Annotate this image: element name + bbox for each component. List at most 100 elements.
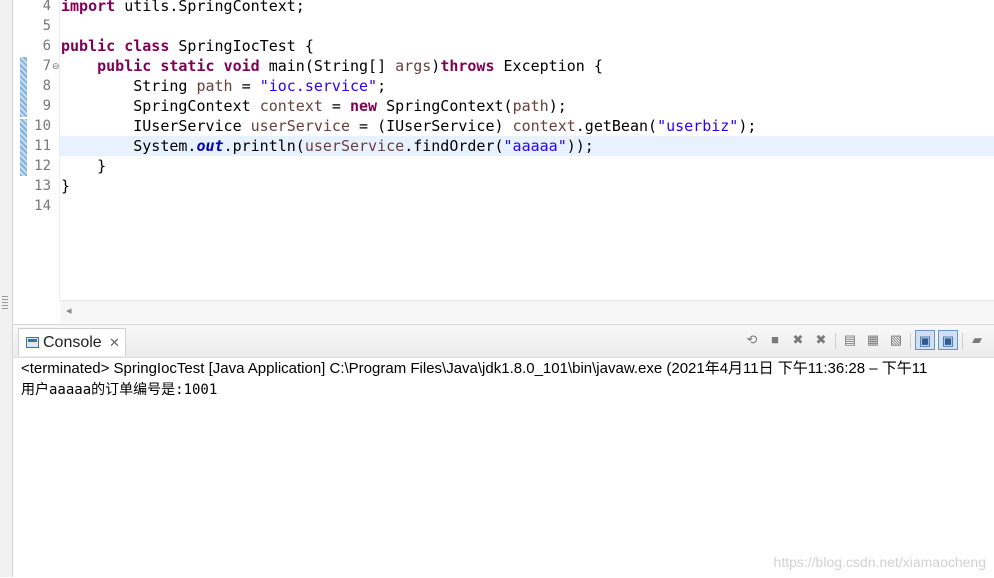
scroll-left-icon[interactable]: ◂ <box>66 304 72 318</box>
toolbar-separator <box>962 333 963 349</box>
code-token: utils.SpringContext; <box>115 0 305 15</box>
console-view: Console ✕ ⟲ ■ ✖ ✖ ▤ ▦ ▧ ▣ ▣ ▰ <terminated> Spring… <box>13 324 994 578</box>
code-token: path <box>196 77 233 95</box>
code-token: throws <box>440 57 495 75</box>
code-line[interactable]: } <box>60 156 994 176</box>
remove-all-terminated-icon[interactable]: ✖ <box>811 330 831 350</box>
tab-console[interactable]: Console ✕ <box>18 328 126 356</box>
console-status-line: <terminated> SpringIocTest [Java Applica… <box>21 360 928 377</box>
code-token: userService <box>250 117 350 135</box>
line-number: 11 <box>34 138 51 154</box>
horizontal-scrollbar[interactable]: ◂ <box>60 300 994 323</box>
console-icon <box>26 337 39 348</box>
show-on-stderr-icon[interactable]: ▣ <box>938 330 958 350</box>
close-icon[interactable]: ✕ <box>109 333 120 353</box>
code-line[interactable]: IUserService userService = (IUserService… <box>60 116 994 136</box>
terminate-icon[interactable]: ■ <box>765 330 785 350</box>
code-line[interactable]: public class SpringIocTest { <box>60 36 994 56</box>
line-number: 6 <box>42 38 51 54</box>
watermark: https://blog.csdn.net/xiamaocheng <box>773 554 986 570</box>
code-line[interactable] <box>60 196 994 216</box>
line-number: 5 <box>42 18 51 34</box>
code-line[interactable] <box>60 16 994 36</box>
code-token: IUserService <box>61 117 251 135</box>
code-line[interactable]: } <box>60 176 994 196</box>
word-wrap-icon[interactable]: ▧ <box>886 330 906 350</box>
line-number: 4 <box>42 0 51 14</box>
line-number: 10 <box>34 118 51 134</box>
code-token: SpringIocTest { <box>169 37 314 55</box>
code-token: ; <box>377 77 387 95</box>
code-token: SpringContext( <box>377 97 513 115</box>
code-token: = <box>322 97 350 115</box>
code-token: } <box>61 177 71 195</box>
console-output[interactable]: 用户aaaaa的订单编号是:1001 <box>21 380 994 400</box>
code-token: import <box>61 0 116 15</box>
pin-console-icon[interactable]: ⟲ <box>742 330 762 350</box>
line-number: 13 <box>34 178 51 194</box>
code-token: context <box>512 117 576 135</box>
code-token: = (IUserService) <box>350 117 513 135</box>
scroll-lock-icon[interactable]: ▦ <box>863 330 883 350</box>
console-toolbar: ⟲ ■ ✖ ✖ ▤ ▦ ▧ ▣ ▣ ▰ <box>742 330 992 352</box>
code-token: String <box>61 77 197 95</box>
code-line[interactable]: System.out.println(userService.findOrder… <box>60 136 994 156</box>
left-panel-edge <box>0 0 13 577</box>
code-line[interactable]: import utils.SpringContext; <box>60 0 994 16</box>
line-number: 7 <box>42 58 51 74</box>
code-line[interactable]: SpringContext context = new SpringContex… <box>60 96 994 116</box>
code-token: main(String[] <box>259 57 396 75</box>
show-on-stdout-icon[interactable]: ▣ <box>915 330 935 350</box>
fold-toggle-icon[interactable]: ⊖ <box>52 56 60 76</box>
code-token: .findOrder( <box>404 137 504 155</box>
console-header: Console ✕ ⟲ ■ ✖ ✖ ▤ ▦ ▧ ▣ ▣ ▰ <box>13 325 994 358</box>
code-token: } <box>61 157 107 175</box>
line-number: 9 <box>42 98 51 114</box>
change-marker <box>20 57 27 117</box>
clear-console-icon[interactable]: ▤ <box>840 330 860 350</box>
open-console-icon[interactable]: ▰ <box>967 330 987 350</box>
toolbar-separator <box>835 333 836 349</box>
line-number-gutter: 4 5 6 7 ⊖ 8 9 10 11 12 13 14 <box>29 0 60 300</box>
code-token: System. <box>61 137 197 155</box>
code-editor[interactable]: 4 5 6 7 ⊖ 8 9 10 11 12 13 14 import utils.SpringCon… <box>13 0 994 323</box>
code-token: public <box>97 57 152 75</box>
code-token: out <box>196 137 224 155</box>
code-token: ); <box>548 97 567 115</box>
code-token: "ioc.service" <box>259 77 378 95</box>
line-number: 12 <box>34 158 51 174</box>
code-token: )); <box>566 137 594 155</box>
line-number: 14 <box>34 198 51 214</box>
code-area[interactable]: import utils.SpringContext; public class … <box>60 0 994 300</box>
code-token: ) <box>431 57 441 75</box>
line-number: 8 <box>42 78 51 94</box>
code-token: path <box>512 97 549 115</box>
code-token: new <box>350 97 378 115</box>
code-token: ); <box>738 117 757 135</box>
code-token: void <box>223 57 260 75</box>
code-token: "aaaaa" <box>503 137 567 155</box>
console-tab-label: Console <box>43 334 102 351</box>
code-token: .println( <box>223 137 305 155</box>
overview-ruler <box>18 0 29 300</box>
code-token: userService <box>304 137 405 155</box>
code-token: args <box>395 57 432 75</box>
code-token: static <box>160 57 215 75</box>
change-marker <box>20 119 27 176</box>
code-token: SpringContext <box>61 97 260 115</box>
code-token: public <box>61 37 116 55</box>
code-token: .getBean( <box>575 117 658 135</box>
toolbar-separator <box>910 333 911 349</box>
code-line[interactable]: public static void main(String[] args)th… <box>60 56 994 76</box>
code-token: context <box>259 97 323 115</box>
code-line[interactable]: String path = "ioc.service"; <box>60 76 994 96</box>
code-token: class <box>124 37 170 55</box>
remove-launch-icon[interactable]: ✖ <box>788 330 808 350</box>
sash-grip[interactable] <box>2 296 8 310</box>
code-token: = <box>232 77 260 95</box>
code-token: Exception { <box>494 57 603 75</box>
